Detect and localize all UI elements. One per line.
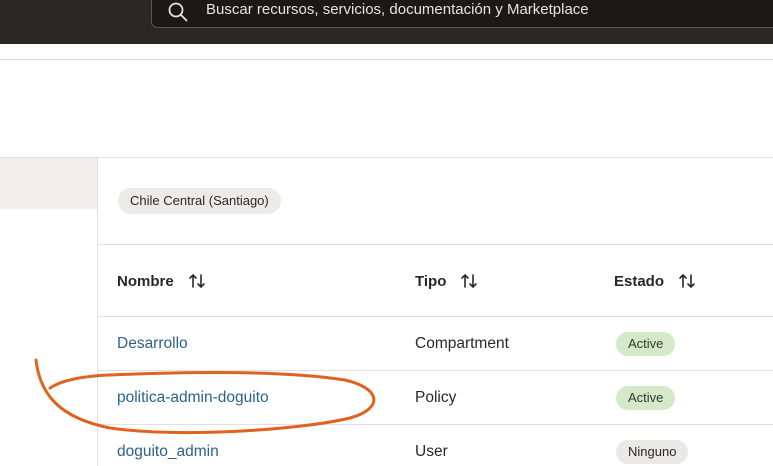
row-type: Compartment (415, 335, 509, 352)
column-header-nombre[interactable]: Nombre (117, 272, 206, 290)
column-header-label: Tipo (415, 272, 447, 290)
table-header-divider (98, 316, 773, 317)
status-badge: Ninguno (616, 440, 689, 464)
row-name-link[interactable]: Desarrollo (117, 335, 188, 353)
column-header-label: Nombre (117, 272, 174, 290)
row-name-link[interactable]: politica-admin-doguito (117, 389, 269, 407)
search-icon (168, 2, 188, 22)
left-panel-divider (97, 158, 98, 466)
table-top-divider (98, 244, 773, 245)
header-divider (0, 59, 773, 60)
row-type: User (415, 443, 448, 460)
search-input[interactable]: Buscar recursos, servicios, documentació… (151, 0, 773, 28)
top-bar: Buscar recursos, servicios, documentació… (0, 0, 773, 44)
column-header-tipo[interactable]: Tipo (415, 272, 478, 290)
column-header-estado[interactable]: Estado (614, 272, 696, 290)
row-type: Policy (415, 389, 457, 406)
region-filter-chip[interactable]: Chile Central (Santiago) (118, 188, 281, 214)
left-nav-selected-item[interactable] (0, 158, 97, 209)
sort-icon[interactable] (460, 272, 478, 290)
status-badge: Active (616, 332, 676, 356)
row-divider (98, 370, 773, 371)
search-placeholder: Buscar recursos, servicios, documentació… (206, 1, 589, 18)
status-badge: Active (616, 386, 676, 410)
sort-icon[interactable] (678, 272, 696, 290)
content-divider (0, 157, 773, 158)
row-name-link[interactable]: doguito_admin (117, 443, 219, 461)
column-header-label: Estado (614, 272, 665, 290)
sort-icon[interactable] (188, 272, 206, 290)
row-divider (98, 424, 773, 425)
